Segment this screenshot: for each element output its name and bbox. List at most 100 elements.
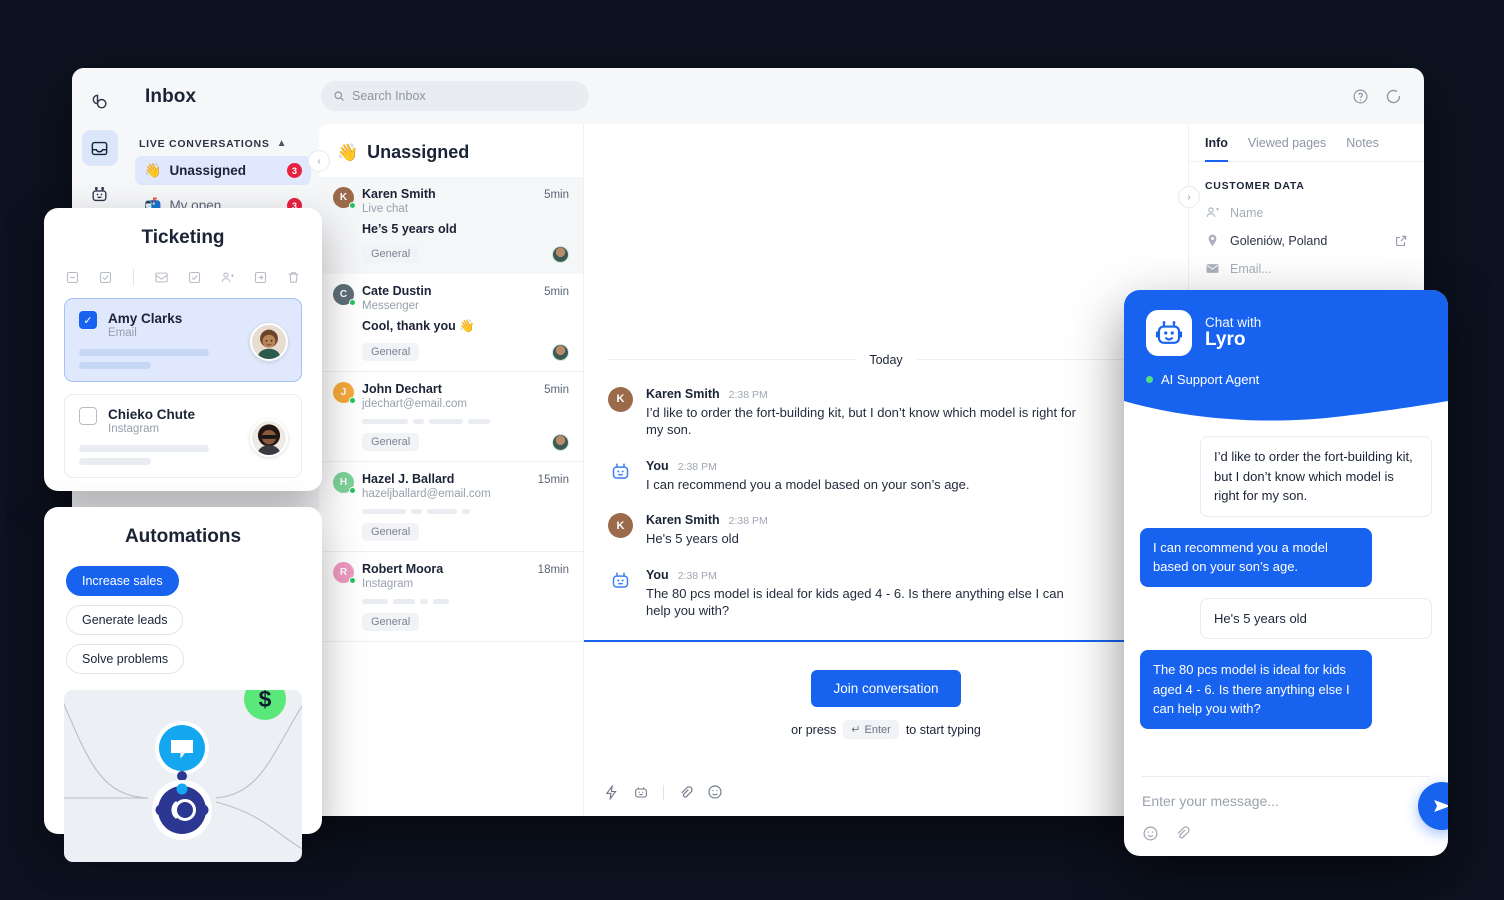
- avatar: H: [333, 472, 356, 494]
- shortcuts-icon[interactable]: [604, 784, 619, 800]
- sidebar-item-lyro-bot[interactable]: [82, 176, 118, 212]
- conversation-tag[interactable]: General: [362, 613, 420, 631]
- select-all-icon[interactable]: [98, 270, 113, 285]
- conversation-list-item[interactable]: H Hazel J. Ballard 15min hazeljballard@e…: [319, 462, 583, 552]
- message-author: You: [646, 458, 669, 473]
- bot-icon[interactable]: [633, 784, 649, 800]
- conversation-list-item[interactable]: C Cate Dustin 5min Messenger Cool, thank…: [319, 274, 583, 372]
- message-author: Karen Smith: [646, 386, 720, 401]
- nav-section-live-conversations[interactable]: LIVE CONVERSATIONS ▲: [127, 138, 319, 150]
- automations-title: Automations: [124, 526, 242, 547]
- toolbar-divider: [663, 784, 664, 800]
- tab-info[interactable]: Info: [1205, 136, 1228, 162]
- logo-icon[interactable]: [82, 84, 118, 120]
- lyro-message-input[interactable]: Enter your message...: [1142, 793, 1430, 809]
- automation-chips: Increase sales Generate leads Solve prob…: [44, 548, 322, 674]
- conversation-tag[interactable]: General: [362, 343, 420, 361]
- join-conversation-button[interactable]: Join conversation: [811, 670, 961, 707]
- message-text: I’d like to order the fort-building kit,…: [646, 404, 1076, 438]
- preview-skeleton: [362, 509, 569, 514]
- chevron-up-icon[interactable]: ▲: [277, 139, 287, 149]
- message: You 2:38 PM I can recommend you a model …: [608, 459, 1164, 494]
- search-icon: [334, 91, 344, 101]
- conversation-list[interactable]: K Karen Smith 5min Live chat He’s 5 year…: [319, 177, 583, 816]
- deselect-icon[interactable]: [65, 270, 80, 285]
- customer-email-value: Email...: [1230, 261, 1272, 276]
- online-dot-icon: [1146, 376, 1153, 383]
- assign-icon[interactable]: [220, 270, 235, 285]
- automation-flow-preview[interactable]: $: [64, 690, 302, 862]
- chip-increase-sales[interactable]: Increase sales: [66, 566, 179, 596]
- status-badge: 3: [287, 163, 302, 178]
- page-title: Inbox: [145, 86, 197, 107]
- sidebar-item-inbox[interactable]: [81, 130, 118, 166]
- lyro-composer-icons: [1142, 825, 1430, 842]
- conversation-channel: jdechart@email.com: [362, 398, 467, 410]
- conversation-channel: Messenger: [362, 300, 419, 312]
- wave-emoji-icon: 👋: [337, 142, 359, 162]
- day-separator-label: Today: [869, 352, 903, 367]
- message-text: I can recommend you a model based on you…: [646, 476, 970, 492]
- mark-unread-icon[interactable]: [154, 270, 169, 285]
- customer-location-row[interactable]: Goleniów, Poland: [1189, 220, 1424, 248]
- checkbox-checked-icon[interactable]: ✓: [79, 311, 97, 329]
- conversation-list-item[interactable]: J John Dechart 5min jdechart@email.com G…: [319, 372, 583, 462]
- lyro-composer: Enter your message...: [1124, 776, 1448, 856]
- external-link-icon[interactable]: [1394, 234, 1408, 248]
- chip-generate-leads[interactable]: Generate leads: [66, 605, 184, 635]
- mark-done-icon[interactable]: [187, 270, 202, 285]
- search-input[interactable]: Search Inbox: [321, 81, 589, 111]
- customer-email-row[interactable]: Email...: [1189, 248, 1424, 276]
- customer-name-row[interactable]: Name: [1189, 192, 1424, 220]
- emoji-icon[interactable]: [707, 784, 723, 800]
- message: You 2:38 PM The 80 pcs model is ideal fo…: [608, 568, 1164, 620]
- conversation-name: John Dechart: [362, 382, 442, 396]
- ticketing-card: Ticketing ✓ Amy Clarks Email Chieko Chut…: [44, 208, 322, 491]
- avatar: K: [608, 513, 633, 539]
- collapse-list-button[interactable]: ‹: [308, 150, 330, 172]
- conversation-thread-panel: Today K Karen Smith 2:38 PM I’d like to …: [583, 124, 1188, 816]
- ticket-name: Chieko Chute: [108, 407, 196, 422]
- assignee-avatar: [552, 433, 569, 451]
- toolbar-divider: [133, 269, 134, 286]
- ticket-row[interactable]: Chieko Chute Instagram: [64, 394, 302, 478]
- conversation-time: 5min: [544, 189, 569, 201]
- automations-card: Automations Increase sales Generate lead…: [44, 507, 322, 862]
- sidebar-item-unassigned[interactable]: 👋 Unassigned 3: [135, 156, 311, 185]
- lyro-user-message: I’d like to order the fort-building kit,…: [1200, 436, 1432, 517]
- preview-skeleton: [362, 419, 569, 424]
- help-icon[interactable]: [1352, 88, 1369, 105]
- lyro-chat-widget: Chat with Lyro AI Support Agent I’d like…: [1124, 290, 1448, 856]
- delete-icon[interactable]: [286, 270, 301, 285]
- sync-icon[interactable]: [1385, 88, 1402, 105]
- move-icon[interactable]: [253, 270, 268, 285]
- conversation-tag[interactable]: General: [362, 245, 420, 263]
- nav-section-label: LIVE CONVERSATIONS: [139, 138, 270, 150]
- top-bar: Search Inbox: [319, 68, 1424, 124]
- attachment-icon[interactable]: [678, 785, 693, 800]
- preview-skeleton: [362, 599, 569, 604]
- attachment-icon[interactable]: [1174, 825, 1190, 841]
- conversation-channel: hazeljballard@email.com: [362, 488, 491, 500]
- chip-solve-problems[interactable]: Solve problems: [66, 644, 185, 674]
- thread-scroll[interactable]: Today K Karen Smith 2:38 PM I’d like to …: [584, 124, 1188, 640]
- ticket-row-selected[interactable]: ✓ Amy Clarks Email: [64, 298, 302, 382]
- online-dot-icon: [349, 577, 356, 584]
- message-text: He's 5 years old: [646, 531, 739, 547]
- person-add-icon: [1206, 207, 1219, 217]
- emoji-icon[interactable]: [1142, 825, 1159, 842]
- conversation-tag[interactable]: General: [362, 523, 420, 541]
- conversation-list-item[interactable]: K Karen Smith 5min Live chat He’s 5 year…: [319, 177, 583, 274]
- search-placeholder: Search Inbox: [352, 89, 426, 103]
- message-author: You: [646, 567, 669, 582]
- tab-notes[interactable]: Notes: [1346, 136, 1379, 162]
- checkbox-unchecked-icon[interactable]: [79, 407, 97, 425]
- tab-viewed-pages[interactable]: Viewed pages: [1248, 136, 1326, 162]
- customer-location-value: Goleniów, Poland: [1230, 233, 1328, 248]
- info-tabs: Info Viewed pages Notes: [1189, 124, 1424, 162]
- ticketing-title: Ticketing: [141, 227, 225, 248]
- sidebar-item-label: Unassigned: [169, 163, 246, 178]
- conversation-tag[interactable]: General: [362, 433, 420, 451]
- conversation-list-item[interactable]: R Robert Moora 18min Instagram General: [319, 552, 583, 642]
- expand-info-button[interactable]: ›: [1178, 186, 1200, 208]
